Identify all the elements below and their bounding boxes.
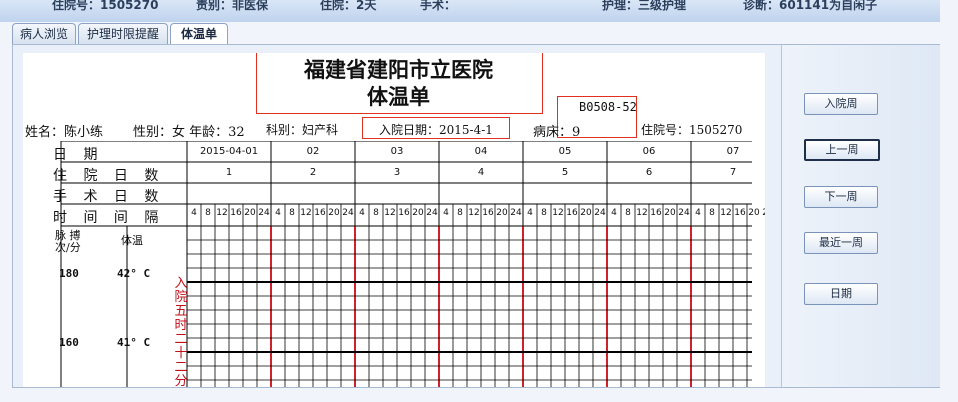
- hour-cell: 8: [541, 208, 547, 218]
- hour-cell: 24: [510, 208, 522, 218]
- row-label-inpatient-days: 住 院 日 数: [53, 168, 165, 184]
- patient-name: 姓名：陈小练: [25, 125, 104, 140]
- row-label-surgery-days: 手 术 日 数: [53, 189, 165, 205]
- hour-cell: 8: [289, 208, 295, 218]
- hour-cell: 16: [482, 208, 494, 218]
- hour-cell: 8: [625, 208, 631, 218]
- temperature-grid: 日 期 住 院 日 数 手 术 日 数 时 间 间 隔 2015-04-01 02…: [37, 140, 765, 388]
- hour-cell: 20: [580, 208, 592, 218]
- hour-cell: 24: [761, 208, 765, 218]
- temperature-label: 体温: [121, 234, 143, 247]
- pulse-label: 脉 搏 次/分: [55, 229, 81, 254]
- hour-cell: 12: [552, 208, 564, 218]
- hour-cell: 8: [205, 208, 211, 218]
- hour-cell: 20: [496, 208, 508, 218]
- hour-cell: 24: [342, 208, 354, 218]
- pulse-scale-160: 160: [59, 336, 79, 349]
- date-cell: 06: [642, 146, 656, 157]
- date-button[interactable]: 日期: [804, 283, 878, 305]
- next-week-button[interactable]: 下一周: [804, 186, 878, 208]
- tab-temperature-chart[interactable]: 体温单: [170, 23, 228, 45]
- hour-cell: 16: [650, 208, 662, 218]
- hour-cell: 16: [314, 208, 326, 218]
- admission-time-note: 入院五时二十二分: [174, 276, 188, 388]
- hour-cell: 4: [611, 208, 617, 218]
- summary-item: 住院：2天: [320, 0, 377, 12]
- inpatient-day-cell: 1: [225, 167, 233, 178]
- hour-cell: 8: [457, 208, 463, 218]
- date-cell: 05: [558, 146, 572, 157]
- inpatient-number: 住院号：1505270: [641, 123, 743, 137]
- hour-cell: 16: [734, 208, 746, 218]
- inpatient-day-cell: 5: [561, 167, 569, 178]
- hour-cell: 4: [359, 208, 365, 218]
- temperature-sheet[interactable]: 福建省建阳市立医院 体温单 B0508-52 姓名：陈小练 性别：女 年龄：32…: [23, 53, 765, 387]
- hour-cell: 24: [594, 208, 606, 218]
- tab-care-reminder[interactable]: 护理时限提醒: [78, 23, 168, 44]
- hour-cell: 4: [443, 208, 449, 218]
- inpatient-day-cell: 4: [477, 167, 485, 178]
- hospital-name: 福建省建阳市立医院: [304, 57, 493, 82]
- row-label-date: 日 期: [53, 147, 104, 163]
- temp-scale-41: 41° C: [117, 336, 151, 349]
- inpatient-day-cell: 2: [309, 167, 317, 178]
- prev-week-button[interactable]: 上一周: [804, 139, 880, 161]
- hour-cell: 4: [191, 208, 197, 218]
- temp-scale-42: 42° C: [117, 267, 151, 280]
- bed-number: 病床：9: [533, 125, 581, 140]
- row-label-time-interval: 时 间 间 隔: [53, 210, 165, 226]
- inpatient-day-cell: 3: [393, 167, 401, 178]
- date-cell: 2015-04-01: [199, 146, 259, 157]
- hour-cell: 8: [373, 208, 379, 218]
- hour-cell: 12: [384, 208, 396, 218]
- summary-item: 责别：非医保: [196, 0, 269, 12]
- hour-cell: 4: [695, 208, 701, 218]
- hour-cell: 12: [468, 208, 480, 218]
- summary-item: 诊断：601141为自闲子: [743, 0, 878, 12]
- hour-cell: 12: [636, 208, 648, 218]
- week-navigation-panel: 入院周 上一周 下一周 最近一周 日期: [781, 45, 940, 387]
- hour-cell: 20: [412, 208, 424, 218]
- admit-week-button[interactable]: 入院周: [804, 93, 878, 115]
- temperature-chart-panel: 福建省建阳市立医院 体温单 B0508-52 姓名：陈小练 性别：女 年龄：32…: [12, 44, 940, 388]
- patient-dept: 科别：妇产科: [266, 123, 339, 137]
- hour-cell: 12: [216, 208, 228, 218]
- hour-cell: 12: [720, 208, 732, 218]
- tab-patient-browse[interactable]: 病人浏览: [12, 23, 76, 44]
- hour-cell: 20: [328, 208, 340, 218]
- summary-item: 住院号：1505270: [52, 0, 159, 12]
- hour-cell: 24: [258, 208, 270, 218]
- summary-item: 手术：: [420, 0, 457, 12]
- form-title: 体温单: [367, 84, 430, 109]
- inpatient-day-cell: 7: [729, 167, 737, 178]
- bed-code: B0508-52: [579, 100, 637, 114]
- hour-cell: 16: [230, 208, 242, 218]
- date-cell: 07: [726, 146, 740, 157]
- hour-cell: 24: [678, 208, 690, 218]
- patient-gender-age: 性别：女 年龄：32: [133, 125, 245, 140]
- admit-date: 入院日期：2015-4-1: [379, 123, 493, 137]
- hour-cell: 8: [709, 208, 715, 218]
- hour-cell: 20: [748, 208, 760, 218]
- summary-item: 护理：三级护理: [602, 0, 687, 12]
- hour-cell: 16: [566, 208, 578, 218]
- hour-cell: 12: [300, 208, 312, 218]
- date-cell: 03: [390, 146, 404, 157]
- pulse-scale-180: 180: [59, 267, 79, 280]
- recent-week-button[interactable]: 最近一周: [804, 232, 878, 254]
- hour-cell: 24: [426, 208, 438, 218]
- date-cell: 04: [474, 146, 488, 157]
- hour-cell: 20: [664, 208, 676, 218]
- patient-summary-bar: 住院号：1505270 责别：非医保 住院：2天 手术： 护理：三级护理 诊断：60114…: [0, 0, 940, 22]
- hour-cell: 16: [398, 208, 410, 218]
- hour-cell: 4: [527, 208, 533, 218]
- date-cell: 02: [306, 146, 320, 157]
- inpatient-day-cell: 6: [645, 167, 653, 178]
- hour-cell: 4: [275, 208, 281, 218]
- hour-cell: 20: [244, 208, 256, 218]
